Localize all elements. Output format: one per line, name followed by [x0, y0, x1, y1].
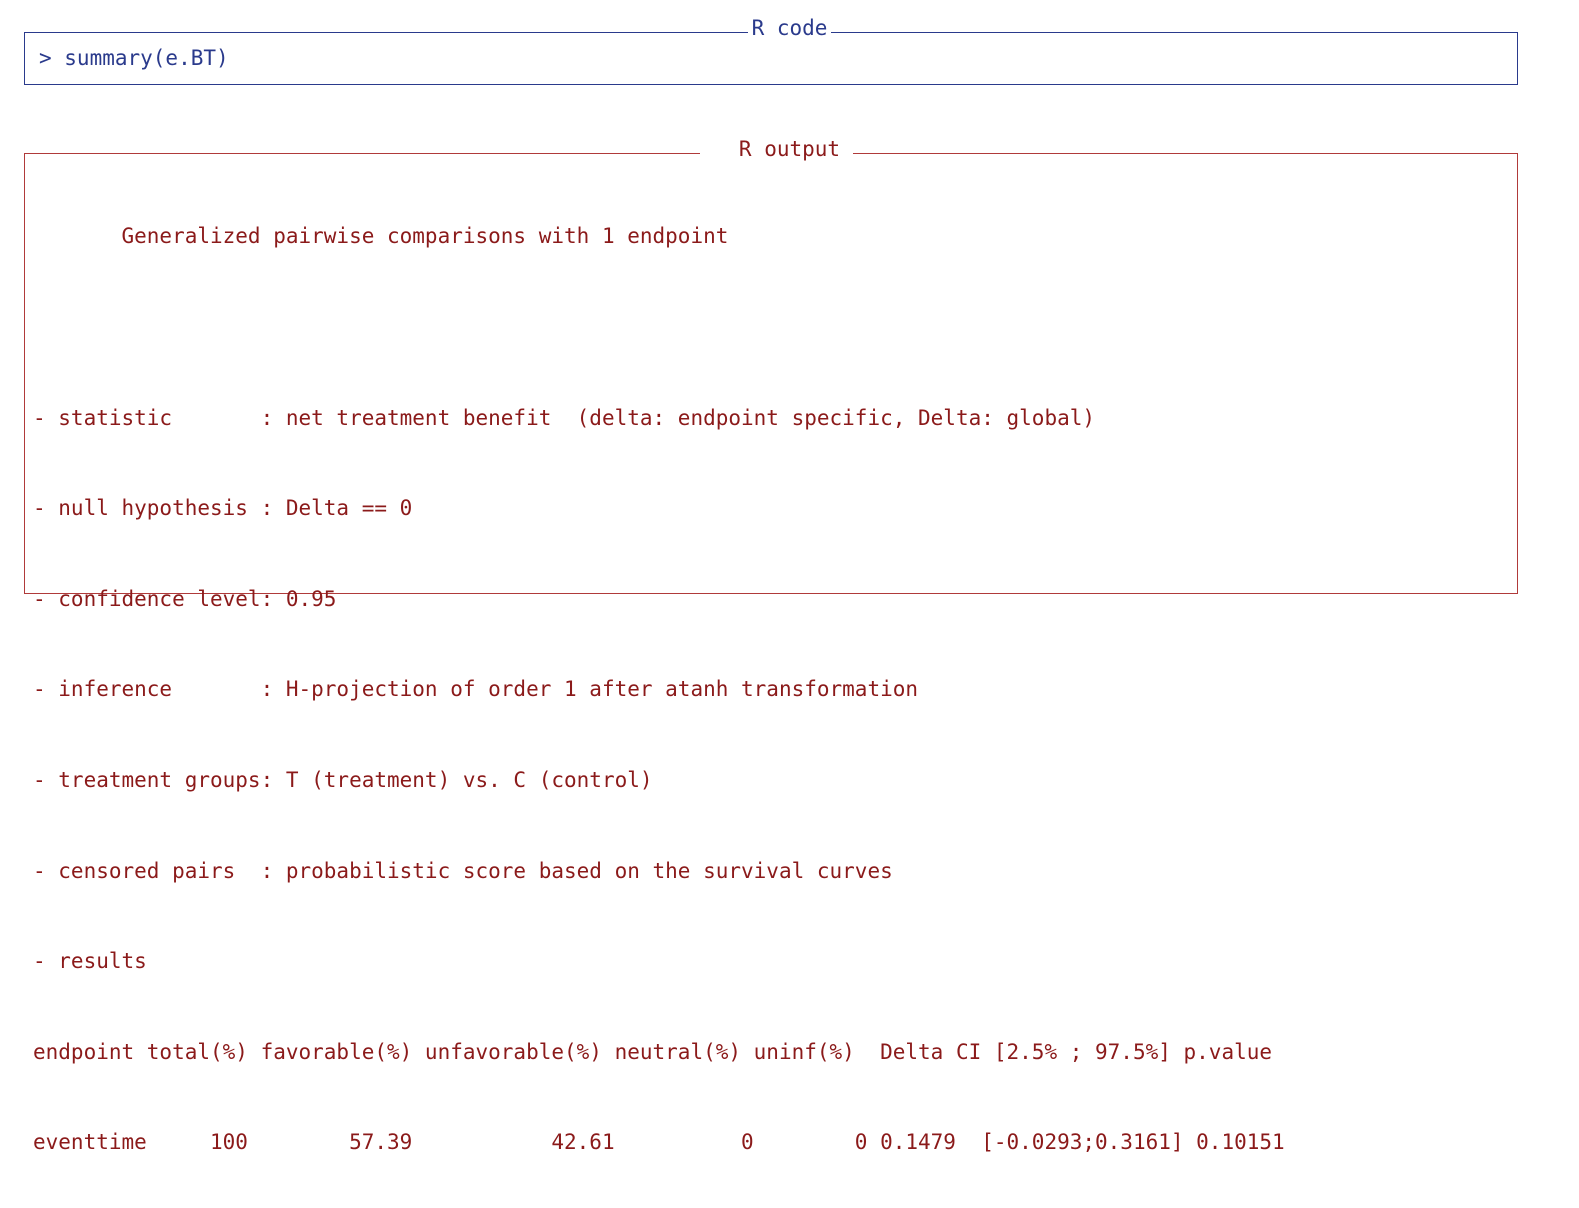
output-line-inference: - inference : H-projection of order 1 af…	[33, 677, 919, 702]
r-output-header-label: R output	[734, 135, 845, 163]
output-line-table-row: eventtime 100 57.39 42.61 0 0 0.1479 [-0…	[33, 1130, 1285, 1155]
r-output-box: Generalized pairwise comparisons with 1 …	[24, 153, 1518, 1154]
r-output-header: R output	[0, 135, 1579, 163]
output-line-title: Generalized pairwise comparisons with 1 …	[33, 224, 729, 249]
r-code-command: > summary(e.BT)	[39, 46, 229, 70]
output-line-statistic: - statistic : net treatment benefit (del…	[33, 405, 1096, 430]
output-line-treatment-groups: - treatment groups: T (treatment) vs. C …	[33, 767, 653, 792]
r-output-text: Generalized pairwise comparisons with 1 …	[33, 161, 1285, 1208]
output-line-censored-pairs: - censored pairs : probabilistic score b…	[33, 858, 893, 883]
output-line-table-header: endpoint total(%) favorable(%) unfavorab…	[33, 1039, 1273, 1064]
r-code-header: R code	[0, 14, 1579, 42]
output-line-blank	[33, 312, 1285, 342]
output-line-confidence-level: - confidence level: 0.95	[33, 586, 337, 611]
output-line-null-hypothesis: - null hypothesis : Delta == 0	[33, 496, 413, 521]
output-line-results: - results	[33, 949, 147, 974]
r-code-header-label: R code	[747, 14, 832, 42]
